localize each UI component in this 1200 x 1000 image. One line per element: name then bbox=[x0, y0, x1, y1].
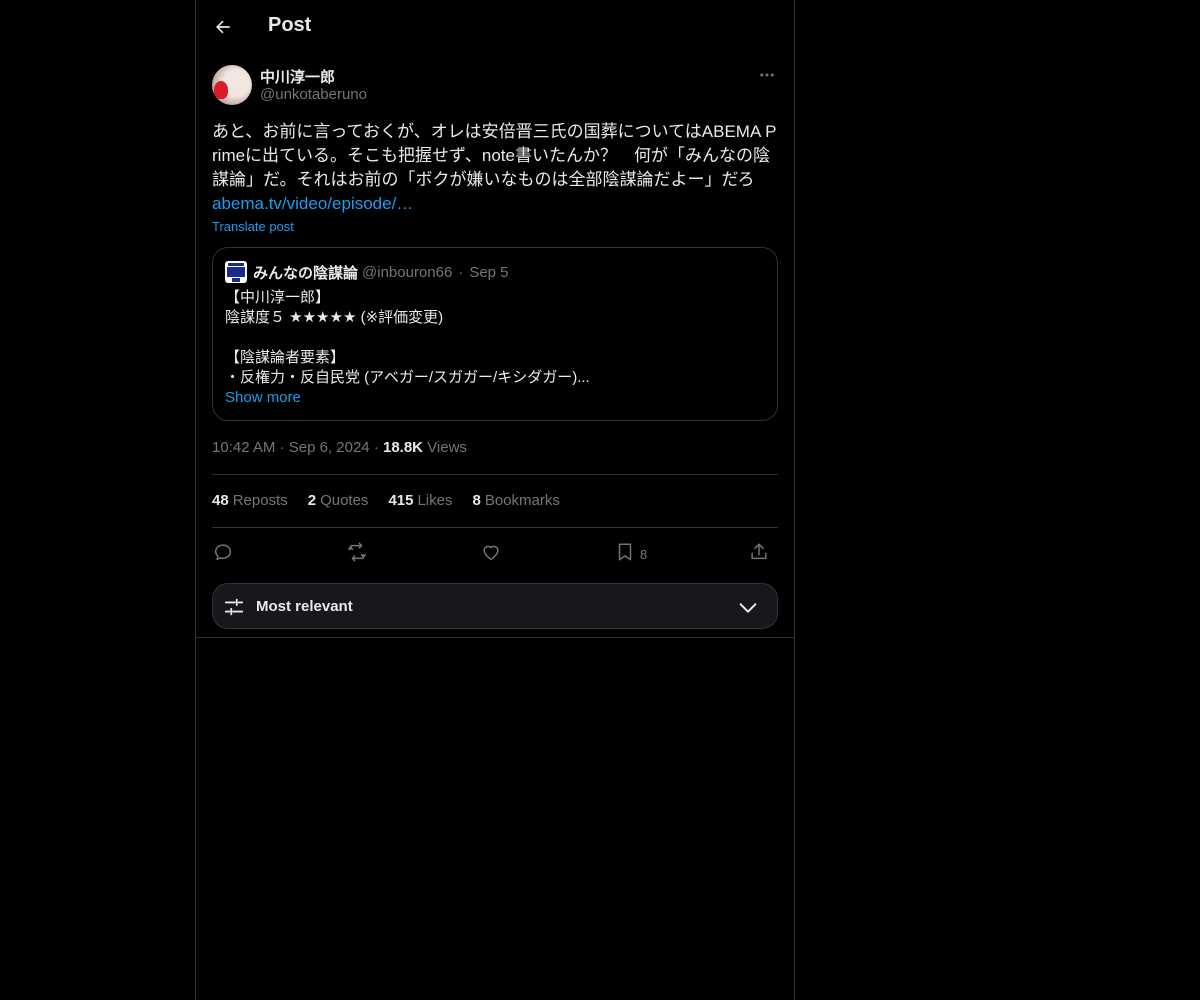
separator-dot: · bbox=[458, 263, 464, 281]
quote-body: 【中川淳一郎】 陰謀度５ ★★★★★ (※評価変更) 【陰謀論者要素】 ・反権力… bbox=[225, 288, 765, 408]
more-horizontal-icon bbox=[760, 73, 774, 77]
chevron-down-icon bbox=[739, 603, 757, 613]
post-link[interactable]: abema.tv/video/episode/… bbox=[212, 194, 413, 213]
like-button[interactable] bbox=[480, 538, 502, 566]
bookmark-count: 8 bbox=[640, 546, 648, 562]
page-title: Post bbox=[268, 14, 312, 36]
section-divider bbox=[196, 637, 794, 638]
post-time[interactable]: 10:42 AM bbox=[212, 439, 275, 456]
top-bar: Post bbox=[196, 0, 794, 54]
reply-sort-dropdown[interactable]: Most relevant bbox=[212, 583, 778, 629]
author-handle[interactable]: @unkotaberuno bbox=[260, 86, 367, 103]
more-button[interactable] bbox=[756, 64, 778, 86]
post-author: 中川淳一郎 @unkotaberuno bbox=[212, 64, 778, 108]
sort-label: Most relevant bbox=[256, 598, 353, 615]
action-bar: 8 bbox=[212, 538, 778, 566]
repost-icon bbox=[348, 542, 366, 562]
heart-icon bbox=[483, 545, 499, 561]
quote-line: 陰謀度５ ★★★★★ (※評価変更) bbox=[225, 309, 444, 326]
sliders-icon bbox=[224, 598, 244, 616]
quote-line: 【中川淳一郎】 bbox=[225, 289, 331, 306]
bookmarks-stat[interactable]: 8 Bookmarks bbox=[473, 492, 560, 509]
show-more-link[interactable]: Show more bbox=[225, 388, 765, 408]
avatar[interactable] bbox=[212, 65, 252, 105]
back-button[interactable] bbox=[208, 12, 238, 42]
reply-button[interactable] bbox=[212, 538, 234, 566]
divider bbox=[212, 474, 778, 475]
main-column: Post 中川淳一郎 @unkotaberuno あと、お前に言っておくが、オレ… bbox=[195, 0, 795, 1000]
post-meta: 10:42 AM · Sep 6, 2024 · 18.8K Views bbox=[212, 439, 467, 456]
quote-avatar[interactable] bbox=[225, 261, 247, 283]
post-body: あと、お前に言っておくが、オレは安倍晋三氏の国葬についてはABEMA Prime… bbox=[212, 122, 777, 189]
quote-line: 【陰謀論者要素】 bbox=[225, 349, 346, 366]
bookmark-icon bbox=[618, 543, 632, 561]
quote-header: みんなの陰謀論 @inbouron66 · Sep 5 bbox=[225, 261, 509, 283]
share-icon bbox=[751, 543, 767, 560]
arrow-left-icon bbox=[216, 20, 230, 34]
quoted-post[interactable]: みんなの陰謀論 @inbouron66 · Sep 5 【中川淳一郎】 陰謀度５… bbox=[212, 247, 778, 421]
reposts-stat[interactable]: 48 Reposts bbox=[212, 492, 288, 509]
likes-stat[interactable]: 415 Likes bbox=[388, 492, 452, 509]
quote-author-name: みんなの陰謀論 bbox=[253, 264, 359, 282]
quotes-stat[interactable]: 2 Quotes bbox=[308, 492, 369, 509]
quote-line: ・反権力・反自民党 (アベガー/スガガー/キシダガー)... bbox=[225, 369, 590, 386]
post-stats: 48 Reposts 2 Quotes 415 Likes 8 Bookmarks bbox=[212, 492, 580, 509]
views-count: 18.8K bbox=[382, 439, 424, 456]
author-name[interactable]: 中川淳一郎 bbox=[260, 66, 335, 87]
bookmark-button[interactable]: 8 bbox=[614, 538, 647, 566]
post-text: あと、お前に言っておくが、オレは安倍晋三氏の国葬についてはABEMA Prime… bbox=[212, 120, 778, 216]
post-date[interactable]: Sep 6, 2024 bbox=[289, 439, 370, 456]
quote-line bbox=[225, 328, 765, 348]
divider bbox=[212, 527, 778, 528]
translate-post-link[interactable]: Translate post bbox=[212, 219, 294, 234]
repost-button[interactable] bbox=[346, 538, 368, 566]
quote-author-handle: @inbouron66 bbox=[362, 263, 453, 281]
share-button[interactable] bbox=[748, 538, 770, 566]
reply-icon bbox=[214, 544, 232, 561]
quote-date: Sep 5 bbox=[469, 263, 509, 281]
views-label: Views bbox=[427, 439, 467, 456]
